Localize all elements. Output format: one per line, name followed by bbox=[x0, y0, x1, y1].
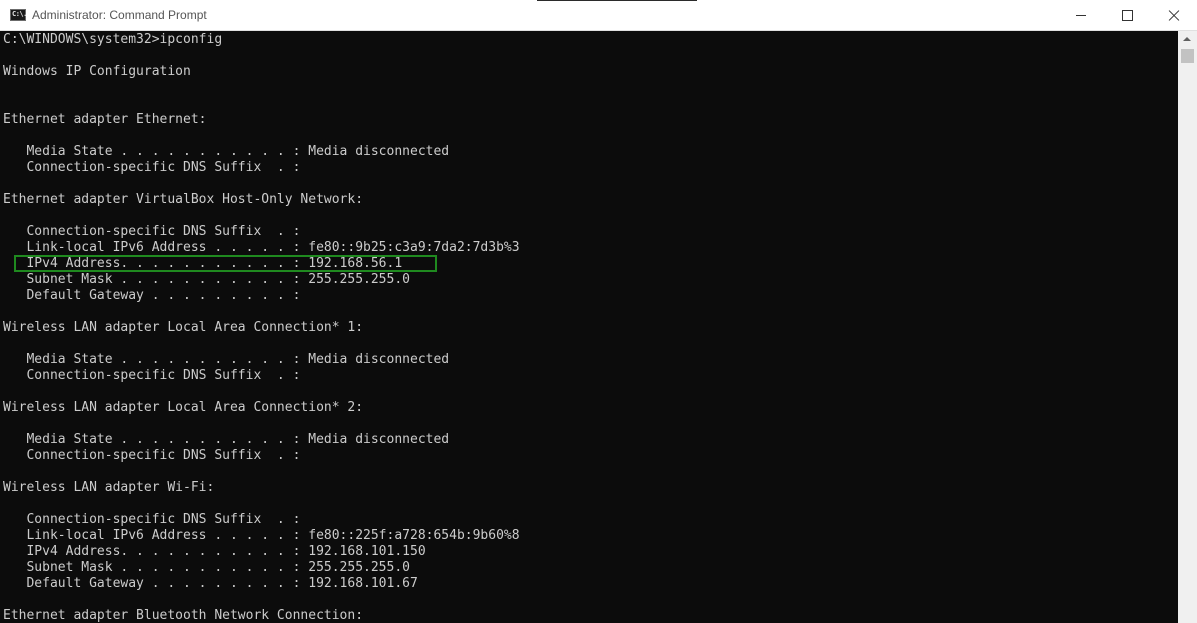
window-title: Administrator: Command Prompt bbox=[32, 8, 207, 22]
title-bar-accent bbox=[537, 0, 697, 1]
console-line: Ethernet adapter VirtualBox Host-Only Ne… bbox=[3, 192, 364, 207]
ipv4-highlight-box bbox=[14, 255, 437, 272]
app-icon-glyph: C:\. bbox=[12, 10, 27, 18]
console-line: Link-local IPv6 Address . . . . . : fe80… bbox=[3, 240, 520, 255]
console-line: Connection-specific DNS Suffix . : bbox=[3, 368, 301, 383]
console-line: Media State . . . . . . . . . . . : Medi… bbox=[3, 352, 450, 367]
console-output-area[interactable]: C:\WINDOWS\system32>ipconfig Windows IP C… bbox=[0, 31, 1178, 623]
command-prompt-window: C:\. Administrator: Command Prompt C:\WI… bbox=[0, 0, 1197, 623]
console-line: Windows IP Configuration bbox=[3, 64, 191, 79]
console-text: C:\WINDOWS\system32>ipconfig Windows IP C… bbox=[3, 32, 520, 623]
close-button[interactable] bbox=[1151, 0, 1197, 31]
vertical-scrollbar[interactable] bbox=[1178, 31, 1197, 623]
scroll-up-button[interactable] bbox=[1178, 31, 1197, 48]
minimize-button[interactable] bbox=[1059, 0, 1105, 31]
console-line: Connection-specific DNS Suffix . : bbox=[3, 448, 301, 463]
console-line: Media State . . . . . . . . . . . : Medi… bbox=[3, 144, 450, 159]
console-line: Ethernet adapter Ethernet: bbox=[3, 112, 207, 127]
console-line: Subnet Mask . . . . . . . . . . . : 255.… bbox=[3, 272, 410, 287]
console-line: Wireless LAN adapter Wi-Fi: bbox=[3, 480, 215, 495]
console-line: Ethernet adapter Bluetooth Network Conne… bbox=[3, 608, 364, 623]
console-line: Default Gateway . . . . . . . . . : bbox=[3, 288, 301, 303]
console-line: Wireless LAN adapter Local Area Connecti… bbox=[3, 320, 364, 335]
console-line: Connection-specific DNS Suffix . : bbox=[3, 512, 301, 527]
console-line: Connection-specific DNS Suffix . : bbox=[3, 224, 301, 239]
console-line: IPv4 Address. . . . . . . . . . . : 192.… bbox=[3, 544, 426, 559]
console-line: Link-local IPv6 Address . . . . . : fe80… bbox=[3, 528, 520, 543]
console-line: Connection-specific DNS Suffix . : bbox=[3, 160, 301, 175]
console-line: Media State . . . . . . . . . . . : Medi… bbox=[3, 432, 450, 447]
title-bar[interactable]: C:\. Administrator: Command Prompt bbox=[0, 0, 1197, 31]
console-line: C:\WINDOWS\system32>ipconfig bbox=[3, 32, 223, 47]
scroll-thumb[interactable] bbox=[1181, 49, 1194, 63]
console-line: Wireless LAN adapter Local Area Connecti… bbox=[3, 400, 364, 415]
console-line: Default Gateway . . . . . . . . . : 192.… bbox=[3, 576, 418, 591]
console-line: Subnet Mask . . . . . . . . . . . : 255.… bbox=[3, 560, 410, 575]
maximize-button[interactable] bbox=[1105, 0, 1151, 31]
command-prompt-icon[interactable]: C:\. bbox=[10, 9, 27, 21]
